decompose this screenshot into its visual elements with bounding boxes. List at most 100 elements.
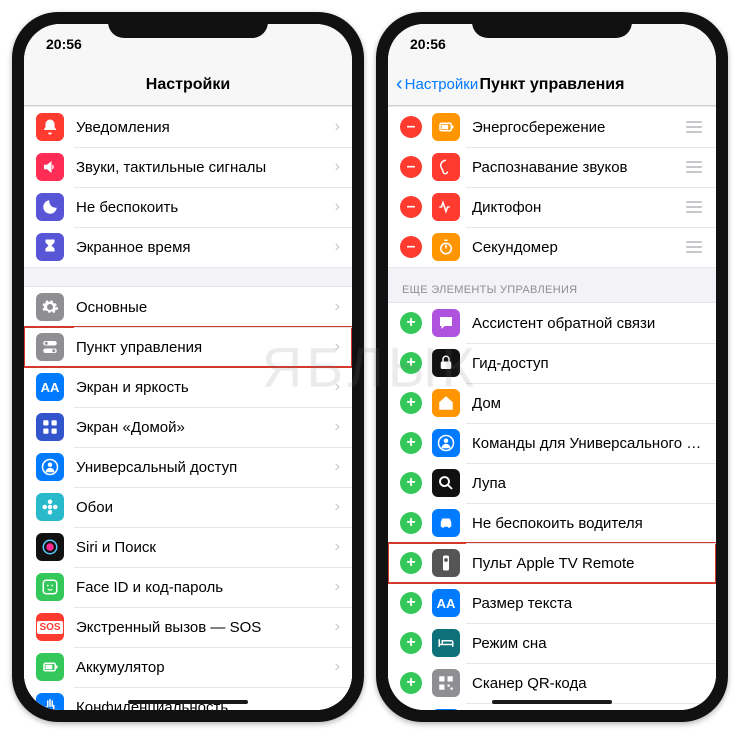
settings-row[interactable]: Face ID и код-пароль›: [24, 567, 352, 607]
battery-icon: [432, 113, 460, 141]
settings-row[interactable]: Уведомления›: [24, 107, 352, 147]
SOS-icon: SOS: [36, 613, 64, 641]
settings-row[interactable]: SOS Экстренный вызов — SOS›: [24, 607, 352, 647]
chevron-right-icon: ›: [335, 658, 340, 676]
home-indicator[interactable]: [492, 700, 612, 704]
add-button[interactable]: +: [400, 512, 422, 534]
row-label: Ассистент обратной связи: [472, 315, 704, 332]
battery-icon: [36, 653, 64, 681]
chevron-right-icon: ›: [335, 698, 340, 710]
row-label: Энергосбережение: [472, 119, 684, 136]
settings-row[interactable]: Siri и Поиск›: [24, 527, 352, 567]
more-control-row[interactable]: +Режим сна: [388, 623, 716, 663]
more-control-row[interactable]: + Ассистент обратной связи: [388, 303, 716, 343]
notch: [108, 12, 268, 38]
speaker-icon: [36, 153, 64, 181]
control-center-list[interactable]: –Энергосбережение–Распознавание звуков–Д…: [388, 106, 716, 710]
hourglass-icon: [36, 233, 64, 261]
drag-handle-icon[interactable]: [684, 161, 704, 173]
add-button[interactable]: +: [400, 472, 422, 494]
included-control-row[interactable]: – Диктофон: [388, 187, 716, 227]
add-button[interactable]: +: [400, 392, 422, 414]
chevron-right-icon: ›: [335, 418, 340, 436]
more-control-row[interactable]: +AAРазмер текста: [388, 583, 716, 623]
remote-icon: [432, 549, 460, 577]
car-icon: [432, 509, 460, 537]
row-label: Команды для Универсального дост…: [472, 435, 704, 452]
AA-icon: AA: [432, 589, 460, 617]
phone-left: 20:56 Настройки Уведомления›Звуки, такти…: [12, 12, 364, 722]
page-title: Настройки: [146, 76, 230, 94]
row-label: Диктофон: [472, 199, 684, 216]
status-icons: [322, 36, 330, 52]
settings-row[interactable]: Обои›: [24, 487, 352, 527]
settings-row[interactable]: Пункт управления›: [24, 327, 352, 367]
more-control-row[interactable]: +Лупа: [388, 463, 716, 503]
settings-row[interactable]: Конфиденциальность›: [24, 687, 352, 710]
row-label: Аккумулятор: [76, 659, 335, 676]
status-time: 20:56: [410, 36, 446, 52]
more-control-row[interactable]: +Сканер QR-кода: [388, 663, 716, 703]
more-control-row[interactable]: + Гид-доступ: [388, 343, 716, 383]
settings-row[interactable]: Основные›: [24, 287, 352, 327]
row-label: Секундомер: [472, 239, 684, 256]
chevron-left-icon: ‹: [396, 73, 403, 96]
row-label: Экстренный вызов — SOS: [76, 619, 335, 636]
drag-handle-icon[interactable]: [684, 121, 704, 133]
chevron-right-icon: ›: [335, 158, 340, 176]
row-label: Звуки, тактильные сигналы: [76, 159, 335, 176]
hand-icon: [36, 693, 64, 710]
more-control-row[interactable]: +Слух: [388, 703, 716, 710]
ear-icon: [432, 709, 460, 710]
chevron-right-icon: ›: [335, 578, 340, 596]
section-header-more: ЕЩЕ ЭЛЕМЕНТЫ УПРАВЛЕНИЯ: [388, 268, 716, 302]
remove-button[interactable]: –: [400, 156, 422, 178]
bell-icon: [36, 113, 64, 141]
more-control-row[interactable]: + Команды для Универсального дост…: [388, 423, 716, 463]
add-button[interactable]: +: [400, 552, 422, 574]
chevron-right-icon: ›: [335, 238, 340, 256]
siri-icon: [36, 533, 64, 561]
add-button[interactable]: +: [400, 672, 422, 694]
settings-row[interactable]: Экранное время›: [24, 227, 352, 267]
chevron-right-icon: ›: [335, 298, 340, 316]
page-title: Пункт управления: [480, 76, 625, 94]
included-control-row[interactable]: – Секундомер: [388, 227, 716, 267]
row-label: Обои: [76, 499, 335, 516]
drag-handle-icon[interactable]: [684, 241, 704, 253]
settings-row[interactable]: Универсальный доступ›: [24, 447, 352, 487]
remove-button[interactable]: –: [400, 116, 422, 138]
settings-row[interactable]: AAЭкран и яркость›: [24, 367, 352, 407]
AA-icon: AA: [36, 373, 64, 401]
add-button[interactable]: +: [400, 352, 422, 374]
more-control-row[interactable]: +Дом: [388, 383, 716, 423]
remove-button[interactable]: –: [400, 236, 422, 258]
chevron-right-icon: ›: [335, 498, 340, 516]
more-control-row[interactable]: +Не беспокоить водителя: [388, 503, 716, 543]
home-indicator[interactable]: [128, 700, 248, 704]
drag-handle-icon[interactable]: [684, 201, 704, 213]
more-control-row[interactable]: +Пульт Apple TV Remote: [388, 543, 716, 583]
included-control-row[interactable]: –Распознавание звуков: [388, 147, 716, 187]
add-button[interactable]: +: [400, 312, 422, 334]
row-label: Универсальный доступ: [76, 459, 335, 476]
search-icon: [432, 469, 460, 497]
settings-row[interactable]: Звуки, тактильные сигналы›: [24, 147, 352, 187]
remove-button[interactable]: –: [400, 196, 422, 218]
add-button[interactable]: +: [400, 592, 422, 614]
home-icon: [432, 389, 460, 417]
lock-icon: [432, 349, 460, 377]
settings-row[interactable]: Экран «Домой»›: [24, 407, 352, 447]
settings-row[interactable]: Аккумулятор›: [24, 647, 352, 687]
add-button[interactable]: +: [400, 632, 422, 654]
included-control-row[interactable]: – Энергосбережение: [388, 107, 716, 147]
row-label: Гид-доступ: [472, 355, 704, 372]
chevron-right-icon: ›: [335, 618, 340, 636]
settings-list[interactable]: Уведомления›Звуки, тактильные сигналы›Не…: [24, 106, 352, 710]
gear-icon: [36, 293, 64, 321]
row-label: Основные: [76, 299, 335, 316]
row-label: Siri и Поиск: [76, 539, 335, 556]
back-button[interactable]: ‹ Настройки: [396, 64, 478, 105]
add-button[interactable]: +: [400, 432, 422, 454]
settings-row[interactable]: Не беспокоить›: [24, 187, 352, 227]
